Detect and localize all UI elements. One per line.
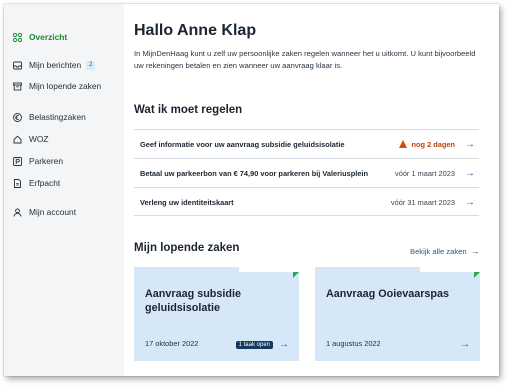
sidebar-item-label: Belastingzaken — [29, 112, 86, 122]
arrow-right-icon: → — [279, 339, 289, 350]
task-title: Geef informatie voor uw aanvraag subsidi… — [140, 139, 345, 149]
warning-icon — [399, 140, 408, 148]
euro-icon — [13, 112, 22, 122]
app-window: Overzicht Mijn berichten 2 Mijn lopende … — [4, 4, 499, 376]
sidebar-item-label: Erfpacht — [29, 178, 61, 188]
sidebar-item-berichten[interactable]: Mijn berichten 2 — [13, 60, 96, 70]
sidebar-item-woz[interactable]: WOZ — [13, 134, 49, 144]
case-date: 17 oktober 2022 — [145, 339, 199, 348]
sidebar-item-label: Mijn berichten — [29, 60, 82, 70]
card-corner — [420, 267, 480, 272]
unread-count-badge: 2 — [86, 60, 96, 70]
card-corner-accent — [474, 272, 480, 278]
task-title: Verleng uw identiteitskaart — [140, 197, 234, 207]
case-title: Aanvraag subsidie geluidsisolatie — [145, 288, 242, 314]
house-icon — [13, 135, 22, 144]
page-title: Hallo Anne Klap — [134, 22, 257, 39]
sidebar-item-label: Mijn account — [29, 207, 77, 217]
sidebar-item-account[interactable]: Mijn account — [13, 207, 76, 217]
view-all-cases-label: Bekijk alle zaken — [410, 246, 467, 256]
task-deadline: nog 2 dagen — [411, 139, 455, 149]
user-icon — [13, 207, 22, 217]
arrow-right-icon: → — [465, 196, 475, 208]
sidebar-item-lopende-zaken[interactable]: Mijn lopende zaken — [13, 81, 101, 91]
sidebar-item-label: Parkeren — [29, 156, 63, 166]
arrow-right-icon: → — [470, 246, 480, 256]
sidebar-item-overzicht[interactable]: Overzicht — [12, 32, 68, 42]
case-card-subsidie[interactable]: Aanvraag subsidie geluidsisolatie 17 okt… — [134, 267, 299, 361]
arrow-right-icon: → — [465, 167, 475, 179]
case-date: 1 augustus 2022 — [326, 339, 381, 348]
sidebar-item-belastingzaken[interactable]: Belastingzaken — [13, 112, 86, 122]
open-task-badge: 1 taak open — [235, 341, 273, 349]
archive-icon — [13, 82, 22, 91]
sidebar-item-label: Mijn lopende zaken — [29, 81, 102, 91]
deadline-warning: nog 2 dagen — [399, 140, 455, 149]
task-row[interactable]: Betaal uw parkeerbon van € 74,90 voor pa… — [134, 158, 479, 187]
view-all-cases-link[interactable]: Bekijk alle zaken → — [410, 246, 480, 256]
task-deadline: vóór 31 maart 2023 — [390, 197, 455, 207]
main-content: Hallo Anne Klap In MijnDenHaag kunt u ze… — [134, 4, 490, 376]
sidebar-item-label: WOZ — [29, 134, 49, 144]
sidebar-item-label: Overzicht — [29, 32, 68, 42]
parking-icon — [13, 156, 22, 166]
card-corner — [239, 267, 299, 272]
arrow-right-icon: → — [460, 339, 470, 350]
task-deadline: vóór 1 maart 2023 — [395, 168, 455, 178]
sidebar-item-erfpacht[interactable]: Erfpacht — [13, 178, 60, 188]
case-card-ooievaarspas[interactable]: Aanvraag Ooievaarspas 1 augustus 2022 → — [315, 267, 480, 361]
card-corner-accent — [293, 272, 299, 278]
sidebar: Overzicht Mijn berichten 2 Mijn lopende … — [4, 4, 124, 376]
cases-heading: Mijn lopende zaken — [134, 242, 240, 254]
inbox-icon — [13, 61, 22, 70]
task-title: Betaal uw parkeerbon van € 74,90 voor pa… — [140, 168, 368, 178]
tasks-heading: Wat ik moet regelen — [134, 104, 243, 116]
arrow-right-icon: → — [465, 138, 475, 150]
task-row[interactable]: Verleng uw identiteitskaart vóór 31 maar… — [134, 187, 479, 216]
grid-icon — [12, 32, 23, 42]
task-row[interactable]: Geef informatie voor uw aanvraag subsidi… — [134, 129, 479, 158]
intro-text: In MijnDenHaag kunt u zelf uw persoonlij… — [134, 49, 476, 70]
sidebar-item-parkeren[interactable]: Parkeren — [13, 156, 63, 166]
document-icon — [13, 178, 22, 188]
divider — [134, 215, 479, 216]
case-title: Aanvraag Ooievaarspas — [326, 288, 450, 300]
